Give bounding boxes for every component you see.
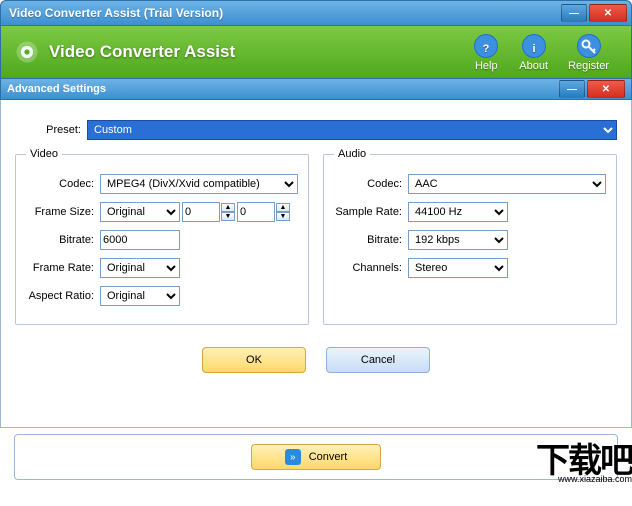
convert-icon: » [285, 449, 301, 465]
height-spinner: ▲▼ [237, 202, 290, 222]
audio-group: Audio Codec: AAC Sample Rate: 44100 Hz B… [323, 148, 617, 325]
main-titlebar: Video Converter Assist (Trial Version) —… [0, 0, 632, 26]
info-icon: i [521, 33, 547, 59]
svg-text:?: ? [483, 43, 490, 55]
audio-bitrate-select[interactable]: 192 kbps [408, 230, 508, 250]
video-group: Video Codec: MPEG4 (DivX/Xvid compatible… [15, 148, 309, 325]
framesize-select[interactable]: Original [100, 202, 180, 222]
channels-select[interactable]: Stereo [408, 258, 508, 278]
convert-button[interactable]: » Convert [251, 444, 381, 470]
convert-label: Convert [309, 451, 348, 463]
audio-codec-select[interactable]: AAC [408, 174, 606, 194]
width-input[interactable] [182, 202, 220, 222]
key-icon [576, 33, 602, 59]
footer-strip: » Convert [14, 434, 618, 480]
framerate-select[interactable]: Original [100, 258, 180, 278]
samplerate-label: Sample Rate: [334, 206, 408, 218]
video-codec-select[interactable]: MPEG4 (DivX/Xvid compatible) [100, 174, 298, 194]
dialog-minimize-button[interactable]: — [559, 80, 585, 98]
video-bitrate-input[interactable] [100, 230, 180, 250]
samplerate-select[interactable]: 44100 Hz [408, 202, 508, 222]
svg-text:i: i [532, 43, 535, 55]
aspect-label: Aspect Ratio: [26, 290, 100, 302]
ok-button[interactable]: OK [202, 347, 306, 373]
minimize-button[interactable]: — [561, 4, 587, 22]
preset-label: Preset: [15, 124, 87, 136]
height-up[interactable]: ▲ [276, 203, 290, 212]
cancel-button[interactable]: Cancel [326, 347, 430, 373]
about-button[interactable]: i About [519, 33, 548, 72]
dialog-title: Advanced Settings [7, 83, 557, 95]
preset-select[interactable]: Custom [87, 120, 617, 140]
window-title: Video Converter Assist (Trial Version) [5, 6, 559, 20]
dialog-buttons: OK Cancel [15, 347, 617, 373]
preset-row: Preset: Custom [15, 120, 617, 140]
register-button[interactable]: Register [568, 33, 609, 72]
audio-bitrate-label: Bitrate: [334, 234, 408, 246]
width-down[interactable]: ▼ [221, 212, 235, 221]
about-label: About [519, 60, 548, 72]
video-bitrate-label: Bitrate: [26, 234, 100, 246]
audio-codec-label: Codec: [334, 178, 408, 190]
help-label: Help [475, 60, 498, 72]
audio-legend: Audio [334, 148, 370, 160]
width-spinner: ▲▼ [182, 202, 235, 222]
brand-title: Video Converter Assist [49, 42, 463, 62]
framerate-label: Frame Rate: [26, 262, 100, 274]
dialog-close-button[interactable]: ✕ [587, 80, 625, 98]
help-button[interactable]: ? Help [473, 33, 499, 72]
video-codec-label: Codec: [26, 178, 100, 190]
register-label: Register [568, 60, 609, 72]
width-up[interactable]: ▲ [221, 203, 235, 212]
gear-icon [13, 38, 41, 66]
help-icon: ? [473, 33, 499, 59]
framesize-label: Frame Size: [26, 206, 100, 218]
dialog-titlebar: Advanced Settings — ✕ [0, 78, 632, 100]
height-down[interactable]: ▼ [276, 212, 290, 221]
close-button[interactable]: ✕ [589, 4, 627, 22]
aspect-select[interactable]: Original [100, 286, 180, 306]
brand-bar: Video Converter Assist ? Help i About Re… [0, 26, 632, 78]
height-input[interactable] [237, 202, 275, 222]
video-legend: Video [26, 148, 62, 160]
dialog-body: Preset: Custom Video Codec: MPEG4 (DivX/… [0, 100, 632, 428]
channels-label: Channels: [334, 262, 408, 274]
